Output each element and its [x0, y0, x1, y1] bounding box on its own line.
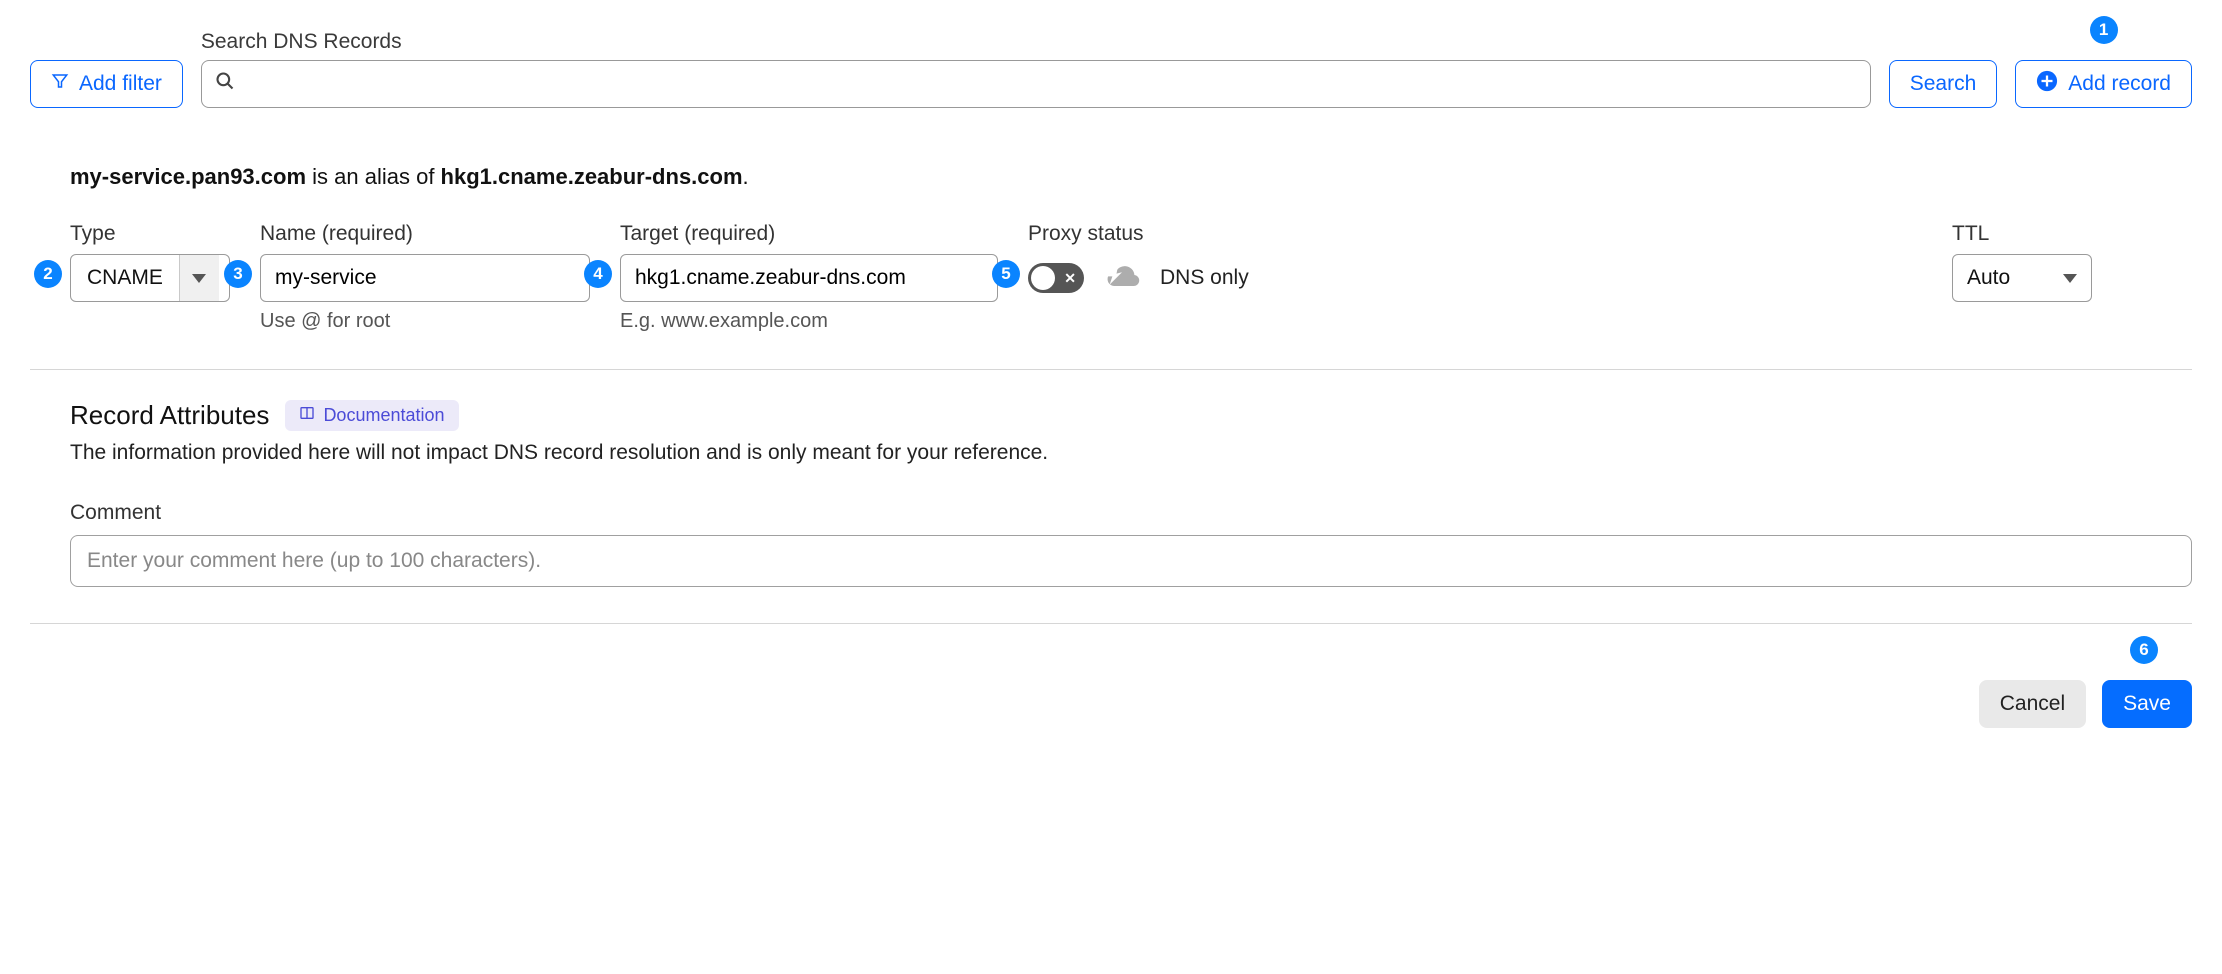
type-select[interactable]: CNAME — [70, 254, 230, 302]
name-input[interactable] — [260, 254, 590, 302]
alias-heading: my-service.pan93.com is an alias of hkg1… — [70, 164, 2192, 190]
target-label: Target (required) — [620, 222, 998, 246]
add-record-wrap: 1 Add record — [2015, 60, 2192, 108]
add-record-button[interactable]: Add record — [2015, 60, 2192, 108]
toolbar: Add filter Search DNS Records Search 1 A… — [30, 30, 2192, 108]
alias-target: hkg1.cname.zeabur-dns.com — [441, 164, 743, 189]
alias-host: my-service.pan93.com — [70, 164, 306, 189]
name-help: Use @ for root — [260, 310, 590, 333]
save-label: Save — [2123, 692, 2171, 716]
step-badge-3: 3 — [224, 260, 252, 288]
ttl-value: Auto — [1967, 266, 2010, 290]
filter-icon — [51, 72, 69, 96]
record-attributes: Record Attributes Documentation The info… — [30, 400, 2192, 587]
target-help: E.g. www.example.com — [620, 310, 998, 333]
record-attributes-title: Record Attributes — [70, 400, 269, 431]
search-button-label: Search — [1910, 72, 1977, 96]
proxy-group: ✕ DNS only — [1028, 254, 1249, 302]
proxy-label: Proxy status — [1028, 222, 1249, 246]
target-input[interactable] — [620, 254, 998, 302]
proxy-field: 5 Proxy status ✕ DNS only — [1028, 222, 1249, 302]
toggle-knob — [1031, 266, 1055, 290]
type-field: 2 Type CNAME — [70, 222, 230, 302]
name-label: Name (required) — [260, 222, 590, 246]
save-button[interactable]: Save — [2102, 680, 2192, 728]
search-input[interactable] — [201, 60, 1871, 108]
plus-circle-icon — [2036, 70, 2058, 98]
fields-row: 2 Type CNAME 3 Name (required) Use @ for… — [30, 222, 2192, 333]
cancel-button[interactable]: Cancel — [1979, 680, 2086, 728]
x-icon: ✕ — [1064, 271, 1076, 285]
cloud-icon — [1100, 260, 1144, 296]
chevron-down-icon — [2063, 274, 2077, 283]
alias-mid: is an alias of — [306, 164, 441, 189]
search-wrap — [201, 60, 1871, 108]
search-group: Search DNS Records — [201, 30, 1871, 108]
alias-period: . — [743, 164, 749, 189]
add-record-label: Add record — [2068, 72, 2171, 96]
step-badge-2: 2 — [34, 260, 62, 288]
search-icon — [215, 71, 235, 97]
documentation-link[interactable]: Documentation — [285, 400, 458, 431]
comment-label: Comment — [70, 501, 2192, 525]
chevron-down-icon — [179, 255, 219, 301]
type-label: Type — [70, 222, 230, 246]
name-field: 3 Name (required) Use @ for root — [260, 222, 590, 333]
divider — [30, 623, 2192, 624]
add-filter-label: Add filter — [79, 72, 162, 96]
ttl-label: TTL — [1952, 222, 2092, 246]
target-field: 4 Target (required) E.g. www.example.com — [620, 222, 998, 333]
step-badge-6: 6 — [2130, 636, 2158, 664]
record-attributes-desc: The information provided here will not i… — [70, 441, 2192, 465]
footer-actions: 6 Cancel Save — [30, 654, 2192, 728]
step-badge-4: 4 — [584, 260, 612, 288]
search-label: Search DNS Records — [201, 30, 1871, 54]
divider — [30, 369, 2192, 370]
record-section: my-service.pan93.com is an alias of hkg1… — [30, 164, 2192, 728]
proxy-value: DNS only — [1160, 266, 1249, 290]
step-badge-1: 1 — [2090, 16, 2118, 44]
ttl-select[interactable]: Auto — [1952, 254, 2092, 302]
documentation-label: Documentation — [323, 405, 444, 426]
proxy-toggle[interactable]: ✕ — [1028, 263, 1084, 293]
search-button[interactable]: Search — [1889, 60, 1998, 108]
type-value: CNAME — [71, 255, 179, 301]
ttl-field: TTL Auto — [1952, 222, 2092, 302]
step-badge-5: 5 — [992, 260, 1020, 288]
add-filter-button[interactable]: Add filter — [30, 60, 183, 108]
book-icon — [299, 405, 315, 426]
cancel-label: Cancel — [2000, 692, 2065, 716]
comment-input[interactable] — [70, 535, 2192, 587]
